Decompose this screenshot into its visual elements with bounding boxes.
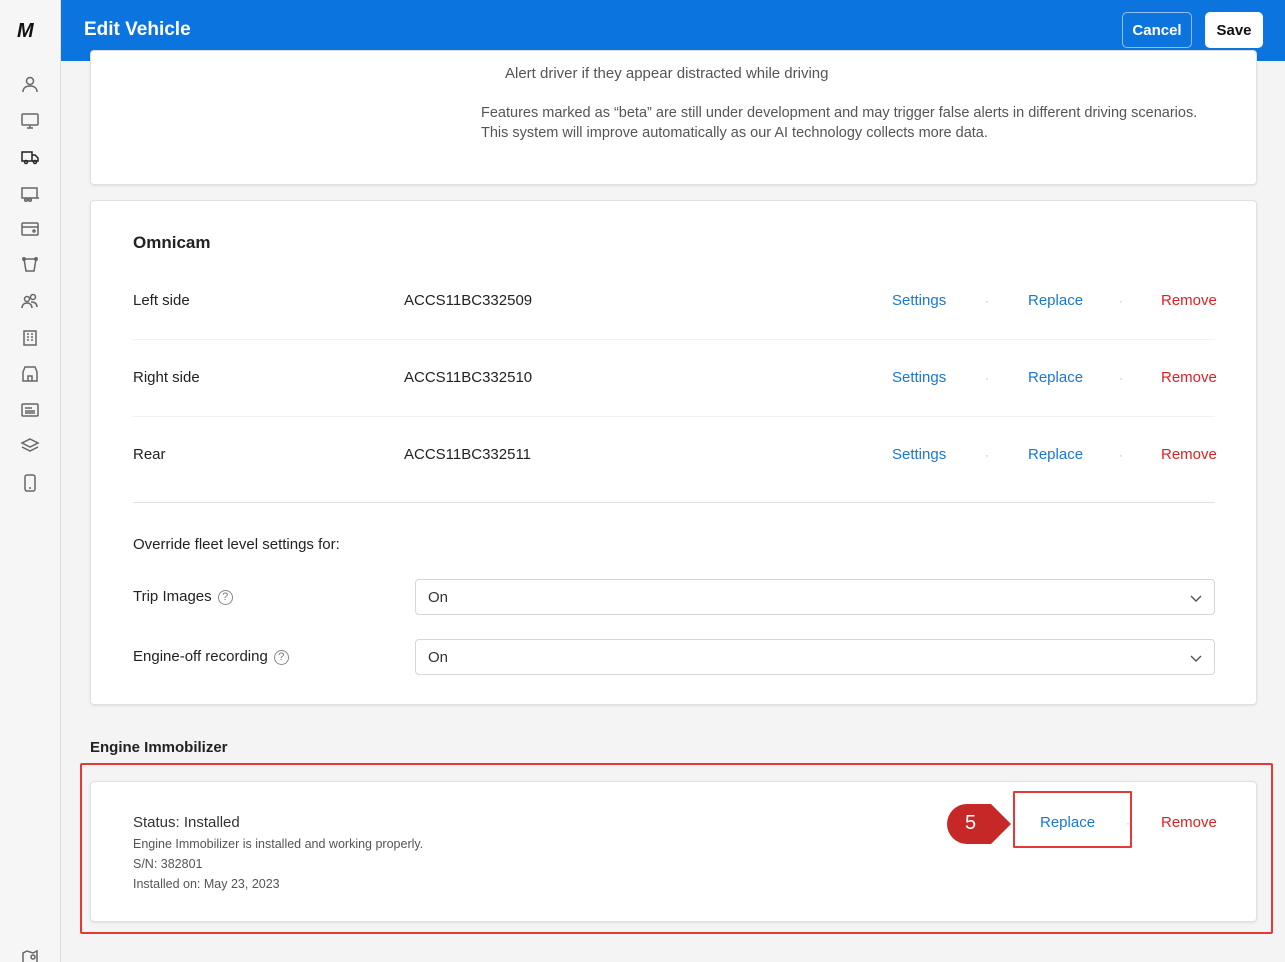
settings-link[interactable]: Settings: [892, 292, 946, 309]
section-divider: [133, 502, 1215, 503]
step-callout-shape: [947, 804, 1011, 844]
truck-icon[interactable]: [19, 146, 41, 168]
driver-alerts-card: Alert driver if they appear distracted w…: [90, 50, 1257, 185]
separator-dot: ·: [1119, 371, 1123, 385]
trip-images-setting: Trip Images?: [133, 588, 233, 605]
replace-link[interactable]: Replace: [1028, 446, 1083, 463]
trip-images-label: Trip Images: [133, 588, 212, 605]
store-icon[interactable]: [19, 363, 41, 385]
step-number: 5: [965, 812, 977, 834]
separator-dot: ·: [985, 371, 989, 385]
phone-icon[interactable]: [19, 472, 41, 494]
engine-off-recording-label: Engine-off recording: [133, 648, 268, 665]
separator-dot: ·: [985, 294, 989, 308]
map-pin-icon[interactable]: [19, 946, 41, 962]
remove-link[interactable]: Remove: [1161, 369, 1217, 386]
omnicam-card: Omnicam Left side ACCS11BC332509 Setting…: [90, 200, 1257, 705]
engine-immobilizer-title: Engine Immobilizer: [90, 739, 228, 756]
camera-position-label: Right side: [133, 369, 200, 386]
settings-link[interactable]: Settings: [892, 369, 946, 386]
override-label: Override fleet level settings for:: [133, 536, 340, 553]
save-button[interactable]: Save: [1205, 12, 1263, 48]
monitor-icon[interactable]: [19, 110, 41, 132]
beta-note-line-2: This system will improve automatically a…: [481, 125, 988, 141]
camera-position-label: Left side: [133, 292, 190, 309]
separator-dot: ·: [985, 448, 989, 462]
replace-link[interactable]: Replace: [1028, 369, 1083, 386]
asset-icon[interactable]: [19, 254, 41, 276]
omnicam-title: Omnicam: [133, 233, 211, 252]
trip-images-value: On: [428, 589, 449, 606]
help-icon[interactable]: ?: [273, 649, 289, 665]
settings-link[interactable]: Settings: [892, 446, 946, 463]
trip-images-select[interactable]: On: [415, 579, 1215, 615]
chevron-down-icon: [1190, 655, 1202, 662]
layers-icon[interactable]: [19, 435, 41, 457]
remove-link[interactable]: Remove: [1161, 292, 1217, 309]
alert-description: Alert driver if they appear distracted w…: [505, 65, 829, 82]
camera-serial: ACCS11BC332511: [404, 446, 532, 463]
camera-serial: ACCS11BC332509: [404, 292, 533, 309]
engine-off-recording-setting: Engine-off recording?: [133, 648, 289, 665]
news-icon[interactable]: [19, 399, 41, 421]
people-icon[interactable]: [19, 290, 41, 312]
row-divider: [133, 416, 1215, 417]
chevron-down-icon: [1190, 595, 1202, 602]
page-title: Edit Vehicle: [84, 19, 191, 40]
building-icon[interactable]: [19, 327, 41, 349]
row-divider: [133, 339, 1215, 340]
user-icon[interactable]: [19, 73, 41, 95]
step-marker: 5: [947, 804, 1013, 844]
cancel-button[interactable]: Cancel: [1122, 12, 1192, 48]
remove-link[interactable]: Remove: [1161, 446, 1217, 463]
camera-position-label: Rear: [133, 446, 166, 463]
separator-dot: ·: [1119, 448, 1123, 462]
replace-link[interactable]: Replace: [1028, 292, 1083, 309]
help-icon[interactable]: ?: [217, 589, 233, 605]
app-logo[interactable]: M: [17, 20, 34, 43]
separator-dot: ·: [1119, 294, 1123, 308]
replace-highlight-box: [1013, 791, 1132, 848]
beta-note-line-1: Features marked as “beta” are still unde…: [481, 105, 1198, 121]
card-icon[interactable]: [19, 218, 41, 240]
trailer-icon[interactable]: [19, 183, 41, 205]
section-highlight-box: [80, 763, 1273, 934]
engine-off-recording-value: On: [428, 649, 449, 666]
sidebar: M: [0, 0, 61, 962]
camera-serial: ACCS11BC332510: [404, 369, 533, 386]
engine-off-recording-select[interactable]: On: [415, 639, 1215, 675]
